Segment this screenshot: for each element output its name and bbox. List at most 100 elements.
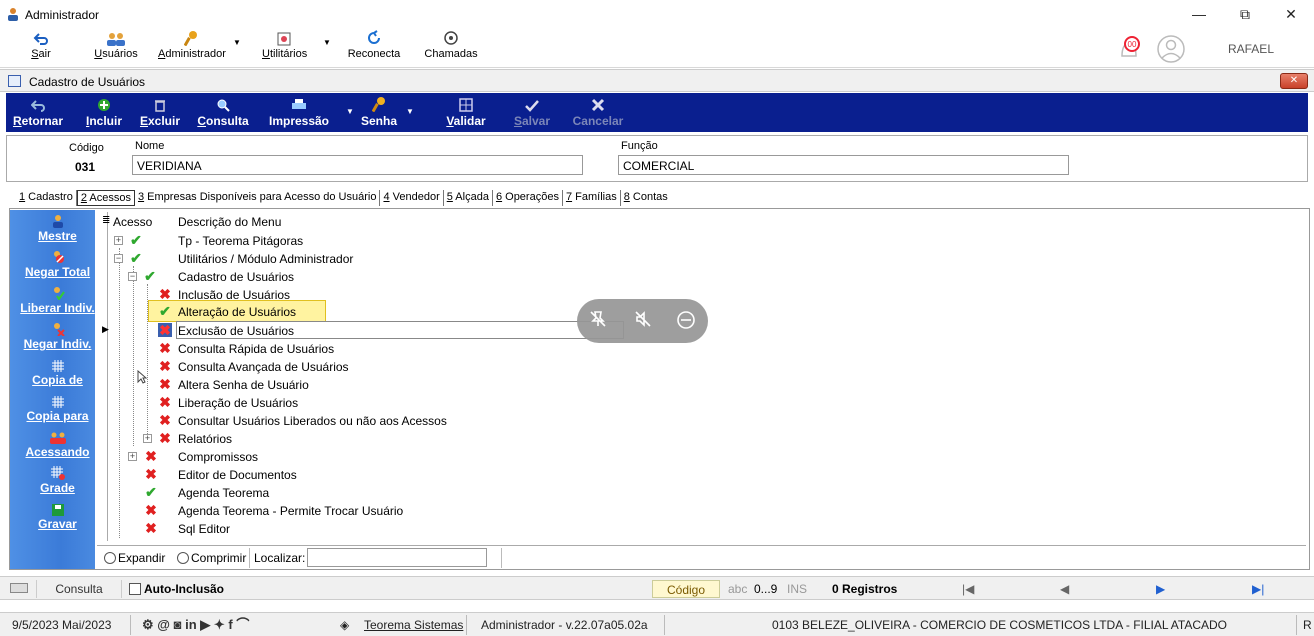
cross-icon[interactable]: ✖ — [158, 359, 172, 373]
expand-icon[interactable]: + — [143, 434, 152, 443]
table-row[interactable]: ✖ Editor de Documentos — [100, 466, 620, 484]
settings-icon[interactable]: ⚙ — [142, 617, 154, 632]
instagram-icon[interactable]: ◙ — [174, 617, 182, 632]
cross-icon[interactable]: ✖ — [158, 413, 172, 427]
cross-icon[interactable]: ✖ — [144, 503, 158, 517]
check-icon[interactable]: ✔ — [143, 269, 157, 283]
tab-contas[interactable]: 8 Contas — [621, 190, 671, 206]
utilitarios-button[interactable]: Utilitários — [262, 28, 307, 66]
tab-alcada[interactable]: 5 Alçada — [444, 190, 493, 206]
tab-cadastro[interactable]: 1 Cadastro — [16, 190, 77, 206]
youtube-icon[interactable]: ▶ — [200, 617, 210, 632]
table-row-current[interactable]: ✖ Exclusão de Usuários — [100, 321, 624, 340]
impressao-button[interactable]: Impressão — [266, 95, 332, 130]
tab-operacoes[interactable]: 6 Operações — [493, 190, 563, 206]
retornar-button[interactable]: Retornar — [10, 95, 66, 130]
header-descricao[interactable]: Descrição do Menu — [178, 215, 281, 229]
sidebar-item-copia-de[interactable]: Copia de — [10, 358, 105, 387]
comprimir-radio[interactable]: Comprimir — [177, 551, 246, 565]
table-row[interactable]: − ✔ Cadastro de Usuários — [100, 268, 620, 286]
sidebar-item-liberar-indiv[interactable]: Liberar Indiv. — [10, 286, 105, 315]
cross-icon[interactable]: ✖ — [158, 395, 172, 409]
close-button[interactable]: ✕ — [1268, 0, 1314, 28]
check-icon[interactable]: ✔ — [158, 304, 172, 318]
administrador-button[interactable]: Administrador — [158, 28, 226, 66]
avatar-icon[interactable] — [1156, 34, 1186, 64]
codigo-order-field[interactable]: Código — [652, 580, 720, 598]
table-row[interactable]: ✖ Agenda Teorema - Permite Trocar Usuári… — [100, 502, 620, 520]
sidebar-item-acessando[interactable]: Acessando — [10, 430, 105, 459]
first-record-icon[interactable]: |◀ — [962, 580, 974, 598]
minimize-button[interactable]: — — [1176, 0, 1222, 28]
localizar-input[interactable] — [307, 548, 487, 567]
expandir-radio[interactable]: Expandir — [104, 551, 165, 565]
facebook-icon[interactable]: f — [228, 617, 232, 632]
table-row[interactable]: + ✖ Relatórios — [100, 430, 620, 448]
expand-icon[interactable]: + — [128, 452, 137, 461]
validar-button[interactable]: Validar — [444, 95, 488, 130]
pin-off-icon[interactable] — [587, 310, 609, 332]
column-menu-icon[interactable]: ≣ — [102, 215, 110, 226]
maximize-button[interactable]: ⧉ — [1222, 0, 1268, 28]
incluir-button[interactable]: Incluir — [82, 95, 126, 130]
cross-icon[interactable]: ✖ — [144, 467, 158, 481]
table-row-selected[interactable]: ✔ Alteração de Usuários — [100, 300, 620, 322]
cross-icon[interactable]: ✖ — [144, 521, 158, 535]
tab-vendedor[interactable]: 4 Vendedor — [380, 190, 444, 206]
sidebar-item-copia-para[interactable]: Copia para — [10, 394, 105, 423]
cross-icon[interactable]: ✖ — [158, 341, 172, 355]
nome-field[interactable]: VERIDIANA — [132, 155, 583, 175]
table-row[interactable]: ✖ Consultar Usuários Liberados ou não ao… — [100, 412, 620, 430]
minus-circle-icon[interactable] — [675, 310, 697, 332]
collapse-icon[interactable]: − — [128, 272, 137, 281]
table-row[interactable]: ✖ Sql Editor — [100, 520, 620, 538]
check-icon[interactable]: ✔ — [129, 251, 143, 265]
table-row[interactable]: ✖ Consulta Rápida de Usuários — [100, 340, 620, 358]
excluir-button[interactable]: Excluir — [138, 95, 182, 130]
last-record-icon[interactable]: ▶| — [1252, 580, 1264, 598]
senha-button[interactable]: Senha — [356, 95, 402, 130]
linkedin-icon[interactable]: in — [185, 617, 197, 632]
social-icons[interactable]: ⚙ @ ◙ in ▶ ✦ f ⌒ — [142, 616, 249, 634]
chamadas-button[interactable]: Chamadas — [424, 28, 478, 66]
administrador-dropdown-icon[interactable]: ▼ — [233, 38, 241, 47]
table-row[interactable]: + ✔ Tp - Teorema Pitágoras — [100, 232, 620, 250]
table-row[interactable]: ✖ Consulta Avançada de Usuários — [100, 358, 620, 376]
subwindow-close-button[interactable]: ✕ — [1280, 73, 1308, 89]
table-row[interactable]: ✔ Agenda Teorema — [100, 484, 620, 502]
cross-icon[interactable]: ✖ — [158, 431, 172, 445]
signal-icon[interactable]: ⌒ — [236, 617, 249, 632]
salvar-button[interactable]: Salvar — [510, 95, 554, 130]
at-icon[interactable]: @ — [157, 617, 170, 632]
check-icon[interactable]: ✔ — [144, 485, 158, 499]
next-record-icon[interactable]: ▶ — [1156, 580, 1165, 598]
sidebar-item-negar-total[interactable]: Negar Total — [10, 250, 105, 279]
consulta-button[interactable]: Consulta — [196, 95, 250, 130]
sidebar-item-grade[interactable]: Grade — [10, 466, 105, 495]
table-row[interactable]: ✖ Altera Senha de Usuário — [100, 376, 620, 394]
sair-button[interactable]: Sair — [28, 28, 54, 66]
sidebar-item-mestre[interactable]: Mestre — [10, 214, 105, 243]
sidebar-item-gravar[interactable]: Gravar — [10, 502, 105, 531]
funcao-field[interactable]: COMERCIAL — [618, 155, 1069, 175]
check-icon[interactable]: ✔ — [129, 233, 143, 247]
impressao-dropdown-icon[interactable]: ▼ — [346, 107, 354, 116]
usuarios-button[interactable]: Usuários — [94, 28, 138, 66]
cross-icon[interactable]: ✖ — [158, 323, 172, 337]
table-row[interactable]: + ✖ Compromissos — [100, 448, 620, 466]
tab-empresas[interactable]: 3 Empresas Disponíveis para Acesso do Us… — [135, 190, 381, 206]
table-row[interactable]: − ✔ Utilitários / Módulo Administrador — [100, 250, 620, 268]
collapse-icon[interactable]: − — [114, 254, 123, 263]
brand-link[interactable]: Teorema Sistemas — [364, 616, 463, 634]
utilitarios-dropdown-icon[interactable]: ▼ — [323, 38, 331, 47]
cross-icon[interactable]: ✖ — [158, 287, 172, 301]
header-acesso[interactable]: Acesso — [113, 215, 152, 229]
expand-icon[interactable]: + — [114, 236, 123, 245]
notification-bell-icon[interactable]: 00 — [1114, 34, 1144, 64]
tab-familias[interactable]: 7 Famílias — [563, 190, 621, 206]
twitter-icon[interactable]: ✦ — [214, 617, 225, 632]
cross-icon[interactable]: ✖ — [144, 449, 158, 463]
table-row[interactable]: ✖ Liberação de Usuários — [100, 394, 620, 412]
auto-inclusao-checkbox[interactable]: Auto-Inclusão — [129, 580, 224, 598]
cross-icon[interactable]: ✖ — [158, 377, 172, 391]
